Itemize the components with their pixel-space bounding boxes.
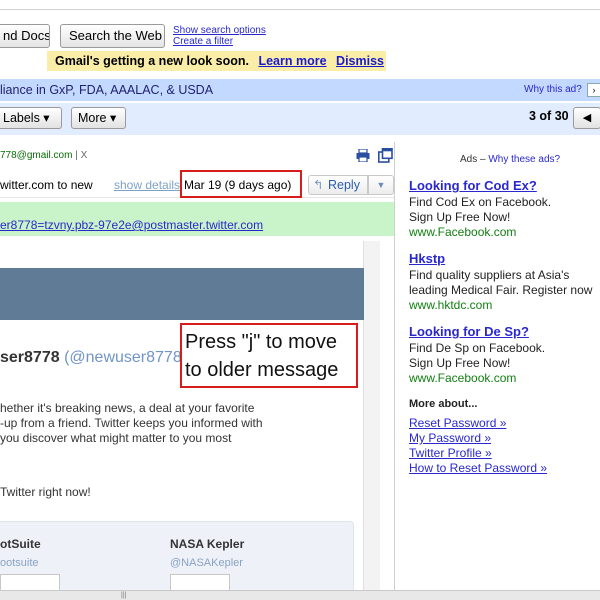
ad-url[interactable]: www.hktdc.com: [409, 298, 599, 313]
ad-description: Find Cod Ex on Facebook.: [409, 195, 552, 209]
ad-item: Hkstp Find quality suppliers at Asia's l…: [409, 251, 599, 313]
print-icon[interactable]: [356, 149, 370, 162]
why-these-ads-link[interactable]: Why these ads?: [488, 154, 560, 165]
create-filter-link[interactable]: Create a filter: [173, 36, 266, 47]
more-about-list: Reset Password » My Password » Twitter P…: [409, 416, 547, 476]
search-web-button[interactable]: Search the Web: [60, 24, 165, 48]
new-look-notice: Gmail's getting a new look soon. Learn m…: [47, 51, 386, 71]
reply-icon: ↰: [313, 178, 324, 192]
horizontal-scrollbar[interactable]: |||: [0, 590, 600, 600]
suggested-account-handle[interactable]: @NASAKepler: [170, 557, 243, 569]
show-details-link[interactable]: show details: [114, 178, 180, 192]
twitter-email-header-banner: [0, 268, 364, 320]
email-body-line: -up from a friend. Twitter keeps you inf…: [0, 416, 263, 430]
email-user-line: ser8778 (@newuser8778): [0, 349, 187, 367]
more-about-link[interactable]: Reset Password »: [409, 416, 547, 431]
show-search-options-link[interactable]: Show search options: [173, 25, 266, 36]
more-about-link[interactable]: How to Reset Password »: [409, 461, 547, 476]
ad-title[interactable]: Looking for De Sp?: [409, 324, 599, 339]
learn-more-link[interactable]: Learn more: [258, 54, 326, 68]
labels-button[interactable]: Labels ▾: [0, 107, 62, 129]
newer-conversation-button[interactable]: ◀: [573, 107, 600, 129]
more-about-link[interactable]: My Password »: [409, 431, 547, 446]
top-border: [0, 0, 600, 10]
ad-title[interactable]: Looking for Cod Ex?: [409, 178, 599, 193]
ad-item: Looking for Cod Ex? Find Cod Ex on Faceb…: [409, 178, 599, 240]
reply-to-bar: er8778=tzvny.pbz-97e2e@postmaster.twitte…: [0, 202, 394, 236]
ad-title[interactable]: Hkstp: [409, 251, 599, 266]
recipient-text: witter.com to new: [0, 178, 93, 192]
sender-line: 778@gmail.com | X: [0, 150, 87, 161]
ads-header: Ads – Why these ads?: [460, 154, 560, 165]
ad-description: Sign Up Free Now!: [409, 356, 511, 370]
email-user-handle: (@newuser8778): [64, 349, 188, 366]
callout-line: to older message: [185, 359, 339, 381]
email-cta-text: Twitter right now!: [0, 485, 91, 499]
suggested-account-name[interactable]: NASA Kepler: [170, 537, 244, 551]
scrollbar-grip-icon[interactable]: |||: [121, 592, 126, 599]
reply-to-address[interactable]: er8778=tzvny.pbz-97e2e@postmaster.twitte…: [0, 218, 263, 232]
search-options: Show search options Create a filter: [173, 25, 266, 47]
reply-label: Reply: [328, 178, 360, 192]
search-docs-button[interactable]: nd Docs: [0, 24, 50, 48]
email-body-line: hether it's breaking news, a deal at you…: [0, 401, 255, 415]
ad-url[interactable]: www.Facebook.com: [409, 225, 599, 240]
more-about-heading: More about...: [409, 398, 478, 410]
sender-separator: | X: [75, 150, 88, 161]
ads-label: Ads –: [460, 154, 486, 165]
ad-description: Find quality suppliers at Asia's: [409, 268, 570, 282]
message-toolbar: Labels ▾ More ▾ 3 of 30 ◀: [0, 103, 600, 135]
email-body-text: hether it's breaking news, a deal at you…: [0, 401, 300, 446]
why-this-ad-link[interactable]: Why this ad?: [524, 79, 582, 101]
ad-description: Sign Up Free Now!: [409, 210, 511, 224]
dismiss-link[interactable]: Dismiss: [336, 54, 384, 68]
sponsored-bar: liance in GxP, FDA, AAALAC, & USDA Why t…: [0, 79, 600, 101]
email-user-name: ser8778: [0, 349, 60, 366]
conversation-pager: 3 of 30: [529, 109, 569, 123]
more-actions-button[interactable]: More ▾: [71, 107, 126, 129]
date-highlight-box: [180, 170, 302, 198]
ad-description: leading Medical Fair. Register now: [409, 283, 593, 297]
ad-item: Looking for De Sp? Find De Sp on Faceboo…: [409, 324, 599, 386]
notice-text: Gmail's getting a new look soon.: [55, 54, 249, 68]
suggested-account-name[interactable]: otSuite: [0, 537, 41, 551]
new-window-icon[interactable]: [378, 148, 393, 163]
more-about-link[interactable]: Twitter Profile »: [409, 446, 547, 461]
ad-url[interactable]: www.Facebook.com: [409, 371, 599, 386]
sponsored-next-icon[interactable]: ›: [587, 83, 600, 97]
ad-description: Find De Sp on Facebook.: [409, 341, 546, 355]
keyboard-shortcut-callout: Press "j" to move to older message: [180, 323, 358, 388]
sponsored-text[interactable]: liance in GxP, FDA, AAALAC, & USDA: [0, 79, 213, 101]
suggested-account-handle[interactable]: ootsuite: [0, 557, 39, 569]
reply-options-button[interactable]: ▼: [368, 175, 394, 195]
content-divider: [394, 142, 395, 592]
email-body-line: you discover what might matter to you mo…: [0, 431, 232, 445]
reply-button[interactable]: ↰ Reply: [308, 175, 368, 195]
callout-line: Press "j" to move: [185, 331, 338, 353]
sender-email[interactable]: 778@gmail.com: [0, 150, 72, 161]
